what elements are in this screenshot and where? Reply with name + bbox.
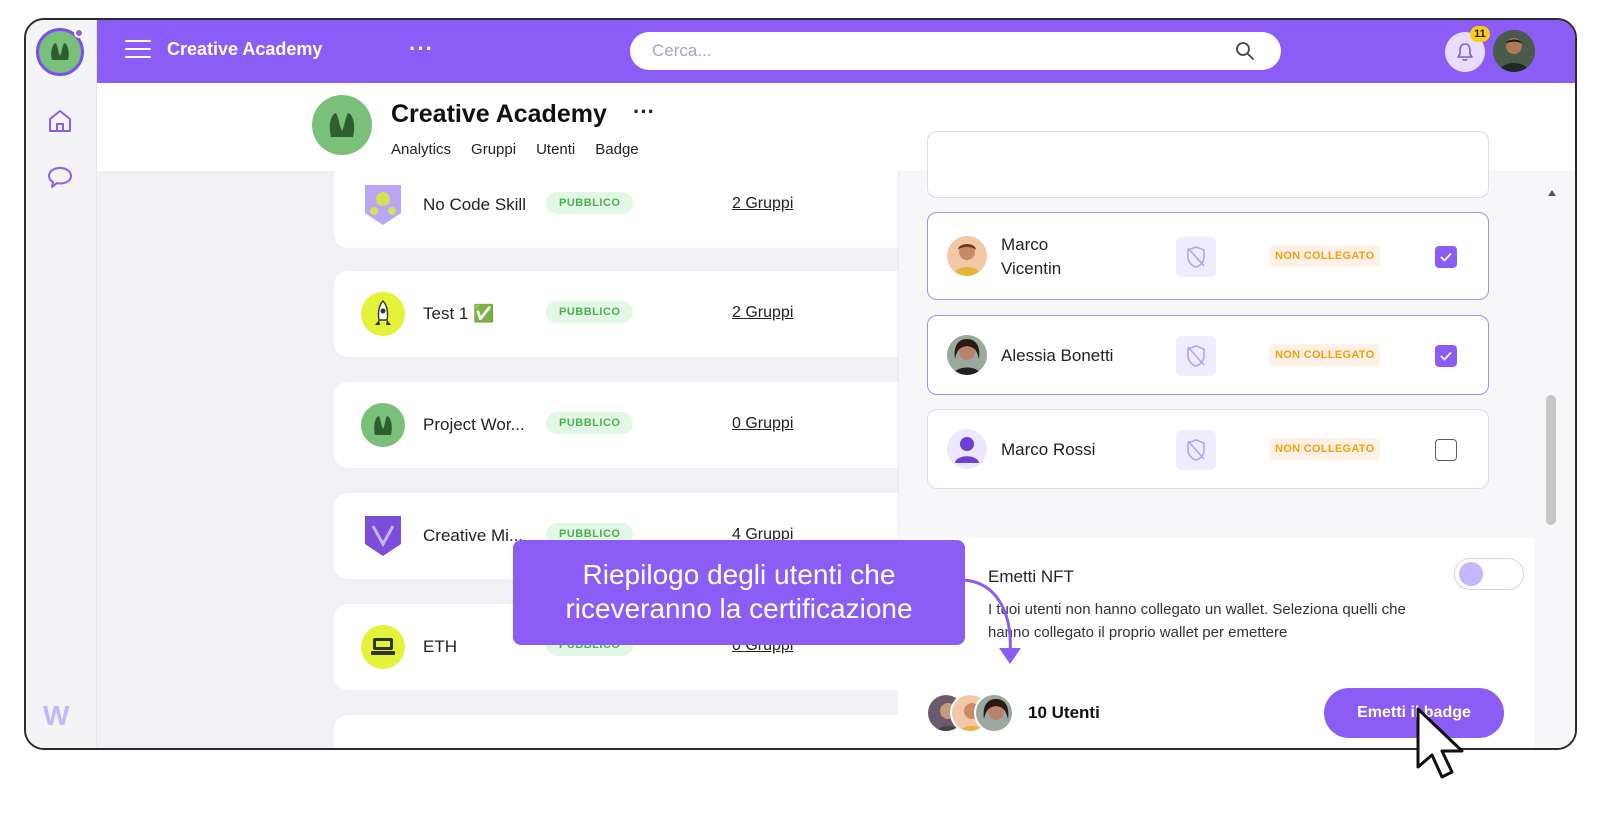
online-indicator: [74, 28, 84, 38]
hamburger-menu-icon[interactable]: [125, 40, 151, 60]
wallet-status-badge: NON COLLEGATO: [1269, 438, 1381, 460]
badge-eth-icon: [361, 625, 405, 669]
user-name: Marco Rossi: [1001, 440, 1096, 459]
user-checkbox[interactable]: [1435, 246, 1457, 268]
notification-count-badge: 11: [1470, 26, 1490, 42]
app-title: Creative Academy: [167, 39, 323, 59]
shield-off-icon: [1176, 336, 1216, 376]
badge-row[interactable]: No Code Skill PUBBLICO 2 Gruppi: [334, 162, 934, 248]
user-avatar[interactable]: [1493, 30, 1535, 72]
tutorial-callout: Riepilogo degli utenti che riceveranno l…: [513, 540, 965, 645]
badge-name: Project Wor...: [423, 415, 525, 434]
shield-off-icon: [1176, 430, 1216, 470]
groups-link[interactable]: 2 Gruppi: [732, 304, 793, 322]
nft-description: I tuoi utenti non hanno collegato un wal…: [988, 601, 1406, 641]
groups-link[interactable]: 2 Gruppi: [732, 195, 793, 213]
recipients-count: 10 Utenti: [1028, 703, 1100, 722]
badge-rocket-icon: [361, 292, 405, 336]
org-title: Creative Academy: [391, 100, 607, 128]
badge-cactus-icon: [361, 403, 405, 447]
wallet-status-badge: NON COLLEGATO: [1269, 344, 1381, 366]
badge-row[interactable]: Test 1 ✅ PUBBLICO 2 Gruppi: [334, 271, 934, 357]
mouse-cursor-icon: [1416, 707, 1464, 779]
org-logo-icon: [312, 95, 372, 155]
user-checkbox[interactable]: [1435, 345, 1457, 367]
callout-arrow-icon: [962, 578, 1021, 664]
user-avatar: [947, 335, 987, 375]
badge-name: Test 1 ✅: [423, 304, 495, 323]
badge-row[interactable]: Project Wor... PUBBLICO 0 Gruppi: [334, 382, 934, 468]
scrollbar-thumb[interactable]: [1546, 395, 1556, 525]
badge-name: ETH: [423, 637, 457, 656]
user-card-partial[interactable]: [927, 131, 1489, 198]
scroll-up-arrow-icon[interactable]: [1548, 190, 1556, 196]
brand-w-logo: W: [43, 700, 70, 731]
left-rail: W: [26, 20, 97, 748]
user-card[interactable]: Alessia Bonetti NON COLLEGATO: [927, 315, 1489, 395]
wallet-status-badge: NON COLLEGATO: [1269, 245, 1381, 267]
visibility-badge: PUBBLICO: [546, 412, 634, 434]
toggle-knob: [1459, 562, 1483, 586]
org-more-icon[interactable]: ···: [633, 99, 655, 125]
user-card[interactable]: Marco Vicentin NON COLLEGATO: [927, 212, 1489, 300]
top-bar: Creative Academy ··· 11: [97, 20, 1575, 83]
recipients-avatar-stack: [926, 693, 1016, 733]
user-avatar: [947, 236, 987, 276]
more-options-icon[interactable]: ···: [409, 36, 434, 62]
badge-name: Creative Mi...: [423, 526, 524, 545]
badge-no-code-icon: [361, 183, 405, 227]
user-name: Marco Vicentin: [1001, 235, 1062, 278]
nft-toggle[interactable]: [1454, 558, 1524, 590]
home-icon[interactable]: [43, 104, 77, 138]
user-checkbox[interactable]: [1435, 439, 1457, 461]
default-user-icon: [947, 429, 987, 469]
recipient-avatar: [974, 693, 1014, 733]
search-input[interactable]: [630, 32, 1190, 70]
badge-name: No Code Skill: [423, 195, 526, 214]
groups-link[interactable]: 0 Gruppi: [732, 415, 793, 433]
search-bar: [630, 32, 1281, 70]
shield-off-icon: [1176, 237, 1216, 277]
user-name: Alessia Bonetti: [1001, 346, 1114, 365]
badge-creative-mind-icon: [361, 514, 405, 558]
badge-row[interactable]: [334, 715, 934, 748]
visibility-badge: PUBBLICO: [546, 192, 634, 214]
search-icon[interactable]: [1235, 41, 1255, 61]
chat-icon[interactable]: [43, 160, 77, 194]
user-card[interactable]: Marco Rossi NON COLLEGATO: [927, 409, 1489, 489]
visibility-badge: PUBBLICO: [546, 301, 634, 323]
